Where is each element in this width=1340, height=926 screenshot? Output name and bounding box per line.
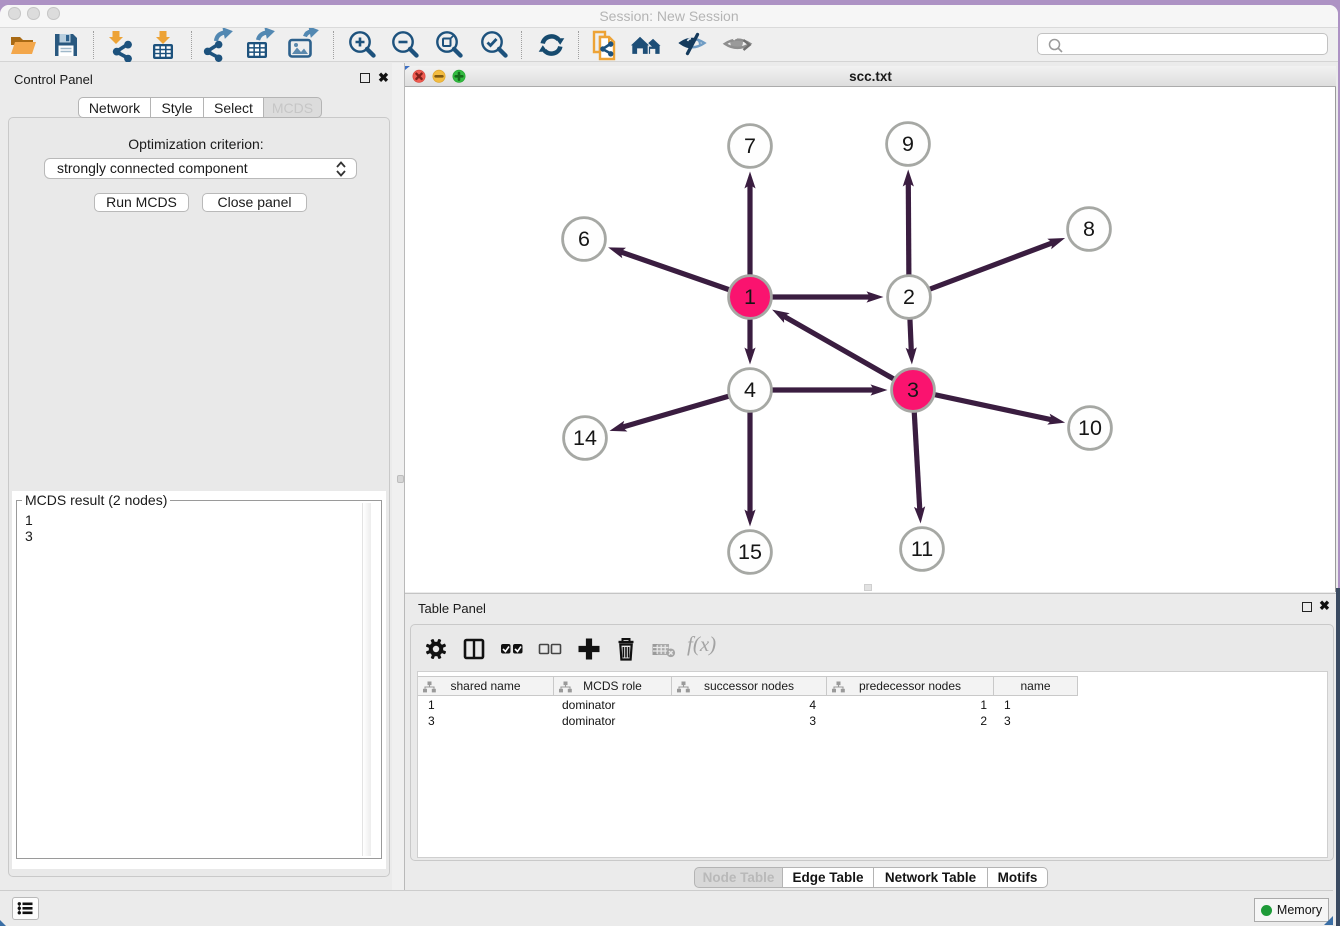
svg-text:3: 3 [907,378,919,402]
svg-text:9: 9 [902,132,914,156]
svg-text:4: 4 [744,378,756,402]
svg-text:14: 14 [573,426,597,450]
svg-text:2: 2 [903,285,915,309]
svg-text:7: 7 [744,134,756,158]
svg-text:15: 15 [738,540,762,564]
svg-text:8: 8 [1083,217,1095,241]
svg-text:1: 1 [744,285,756,309]
svg-text:10: 10 [1078,416,1102,440]
svg-text:11: 11 [911,537,933,561]
svg-text:6: 6 [578,227,590,251]
